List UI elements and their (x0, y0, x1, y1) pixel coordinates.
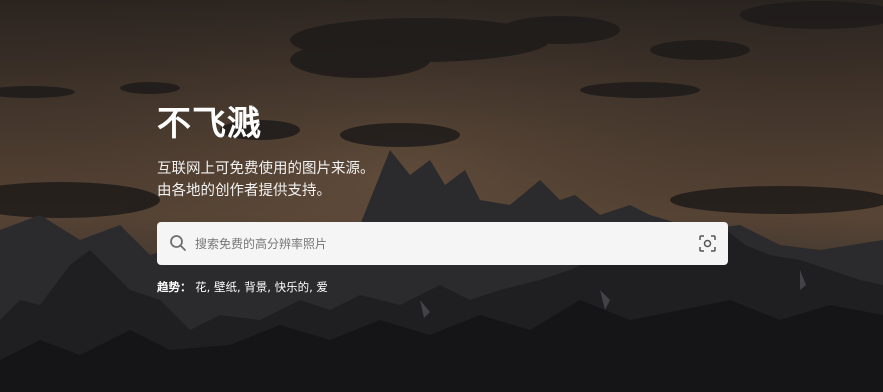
hero-content: 不飞溅 互联网上可免费使用的图片来源。 由各地的创作者提供支持。 (157, 100, 728, 202)
trending-link-flowers[interactable]: 花 (195, 280, 207, 294)
trending-link-happy[interactable]: 快乐的 (275, 280, 310, 294)
subtitle-line-1: 互联网上可免费使用的图片来源。 (157, 161, 375, 177)
hero-section: 不飞溅 互联网上可免费使用的图片来源。 由各地的创作者提供支持。 趋势： 花, … (0, 0, 883, 392)
search-icon[interactable] (169, 234, 187, 252)
page-title: 不飞溅 (157, 104, 262, 144)
trending-searches: 趋势： 花, 壁纸, 背景, 快乐的, 爱 (157, 280, 328, 294)
search-input[interactable] (195, 222, 685, 265)
subtitle-line-2: 由各地的创作者提供支持。 (157, 183, 331, 199)
trending-link-backgrounds[interactable]: 背景 (244, 280, 267, 294)
visual-search-icon[interactable] (699, 235, 716, 252)
trending-link-wallpaper[interactable]: 壁纸 (214, 280, 237, 294)
search-bar[interactable] (157, 222, 728, 265)
trending-label: 趋势： (157, 280, 192, 294)
trending-link-love[interactable]: 爱 (316, 280, 328, 294)
